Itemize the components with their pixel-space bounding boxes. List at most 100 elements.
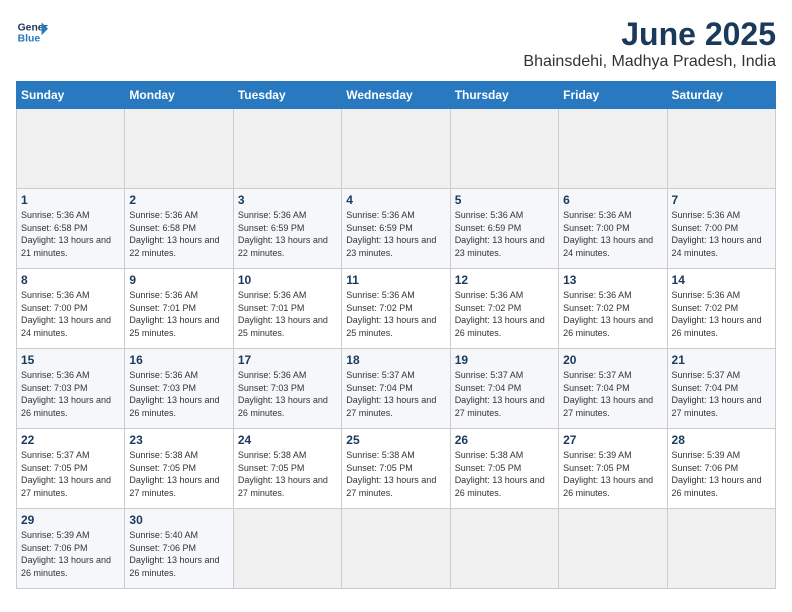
calendar-week-row-5: 29Sunrise: 5:39 AMSunset: 7:06 PMDayligh…	[17, 509, 776, 589]
calendar-header-saturday: Saturday	[667, 82, 775, 109]
day-info: Sunrise: 5:36 AMSunset: 7:03 PMDaylight:…	[21, 369, 120, 419]
day-info: Sunrise: 5:40 AMSunset: 7:06 PMDaylight:…	[129, 529, 228, 579]
svg-text:Blue: Blue	[18, 34, 41, 45]
day-info: Sunrise: 5:37 AMSunset: 7:04 PMDaylight:…	[672, 369, 771, 419]
header: General Blue June 2025 Bhainsdehi, Madhy…	[16, 16, 776, 71]
day-number: 9	[129, 273, 228, 287]
day-info: Sunrise: 5:36 AMSunset: 7:03 PMDaylight:…	[238, 369, 337, 419]
day-info: Sunrise: 5:36 AMSunset: 6:58 PMDaylight:…	[21, 209, 120, 259]
day-number: 4	[346, 193, 445, 207]
calendar: SundayMondayTuesdayWednesdayThursdayFrid…	[16, 81, 776, 589]
day-info: Sunrise: 5:37 AMSunset: 7:04 PMDaylight:…	[455, 369, 554, 419]
day-number: 29	[21, 513, 120, 527]
day-info: Sunrise: 5:36 AMSunset: 7:02 PMDaylight:…	[563, 289, 662, 339]
calendar-cell: 25Sunrise: 5:38 AMSunset: 7:05 PMDayligh…	[342, 429, 450, 509]
day-info: Sunrise: 5:36 AMSunset: 6:59 PMDaylight:…	[238, 209, 337, 259]
day-info: Sunrise: 5:36 AMSunset: 6:58 PMDaylight:…	[129, 209, 228, 259]
calendar-cell: 23 Sunrise: 5:38 AMSunset: 7:05 PMDayligh…	[125, 429, 233, 509]
day-info: Sunrise: 5:38 AMSunset: 7:05 PMDaylight:…	[455, 449, 554, 499]
day-number: 5	[455, 193, 554, 207]
location-title: Bhainsdehi, Madhya Pradesh, India	[523, 53, 776, 71]
title-section: June 2025 Bhainsdehi, Madhya Pradesh, In…	[523, 16, 776, 71]
calendar-week-row-2: 8 Sunrise: 5:36 AMSunset: 7:00 PMDaylight…	[17, 269, 776, 349]
day-number: 11	[346, 273, 445, 287]
day-number: 6	[563, 193, 662, 207]
day-number: 12	[455, 273, 554, 287]
calendar-cell: 4Sunrise: 5:36 AMSunset: 6:59 PMDaylight…	[342, 189, 450, 269]
day-info: Sunrise: 5:36 AMSunset: 7:02 PMDaylight:…	[346, 289, 445, 339]
calendar-cell	[125, 109, 233, 189]
month-title: June 2025	[523, 16, 776, 53]
day-number: 21	[672, 353, 771, 367]
day-number: 1	[21, 193, 120, 207]
day-number: 14	[672, 273, 771, 287]
day-number: 22	[21, 433, 120, 447]
calendar-header-sunday: Sunday	[17, 82, 125, 109]
calendar-week-row-0	[17, 109, 776, 189]
calendar-cell: 21 Sunrise: 5:37 AMSunset: 7:04 PMDayligh…	[667, 349, 775, 429]
calendar-header-tuesday: Tuesday	[233, 82, 341, 109]
calendar-cell: 14 Sunrise: 5:36 AMSunset: 7:02 PMDayligh…	[667, 269, 775, 349]
day-number: 30	[129, 513, 228, 527]
day-number: 10	[238, 273, 337, 287]
day-info: Sunrise: 5:38 AMSunset: 7:05 PMDaylight:…	[129, 449, 228, 499]
calendar-cell: 10 Sunrise: 5:36 AMSunset: 7:01 PMDayligh…	[233, 269, 341, 349]
day-number: 20	[563, 353, 662, 367]
calendar-cell: 29Sunrise: 5:39 AMSunset: 7:06 PMDayligh…	[17, 509, 125, 589]
logo-icon: General Blue	[16, 16, 48, 48]
day-info: Sunrise: 5:36 AMSunset: 7:02 PMDaylight:…	[455, 289, 554, 339]
day-info: Sunrise: 5:37 AMSunset: 7:05 PMDaylight:…	[21, 449, 120, 499]
calendar-cell: 9 Sunrise: 5:36 AMSunset: 7:01 PMDaylight…	[125, 269, 233, 349]
day-number: 2	[129, 193, 228, 207]
day-number: 27	[563, 433, 662, 447]
day-number: 16	[129, 353, 228, 367]
calendar-header-thursday: Thursday	[450, 82, 558, 109]
calendar-header-row: SundayMondayTuesdayWednesdayThursdayFrid…	[17, 82, 776, 109]
calendar-cell: 18 Sunrise: 5:37 AMSunset: 7:04 PMDayligh…	[342, 349, 450, 429]
calendar-cell: 19 Sunrise: 5:37 AMSunset: 7:04 PMDayligh…	[450, 349, 558, 429]
day-info: Sunrise: 5:39 AMSunset: 7:05 PMDaylight:…	[563, 449, 662, 499]
day-info: Sunrise: 5:36 AMSunset: 7:01 PMDaylight:…	[129, 289, 228, 339]
calendar-cell	[233, 509, 341, 589]
calendar-cell: 13Sunrise: 5:36 AMSunset: 7:02 PMDayligh…	[559, 269, 667, 349]
calendar-cell: 12 Sunrise: 5:36 AMSunset: 7:02 PMDayligh…	[450, 269, 558, 349]
calendar-cell	[342, 509, 450, 589]
calendar-cell	[450, 109, 558, 189]
calendar-cell: 22 Sunrise: 5:37 AMSunset: 7:05 PMDayligh…	[17, 429, 125, 509]
calendar-header-friday: Friday	[559, 82, 667, 109]
calendar-cell	[342, 109, 450, 189]
day-info: Sunrise: 5:39 AMSunset: 7:06 PMDaylight:…	[672, 449, 771, 499]
calendar-cell	[559, 109, 667, 189]
day-number: 3	[238, 193, 337, 207]
day-info: Sunrise: 5:36 AMSunset: 7:02 PMDaylight:…	[672, 289, 771, 339]
calendar-header-monday: Monday	[125, 82, 233, 109]
calendar-cell	[667, 109, 775, 189]
calendar-cell: 3 Sunrise: 5:36 AMSunset: 6:59 PMDaylight…	[233, 189, 341, 269]
day-number: 23	[129, 433, 228, 447]
calendar-cell: 20Sunrise: 5:37 AMSunset: 7:04 PMDayligh…	[559, 349, 667, 429]
calendar-week-row-3: 15Sunrise: 5:36 AMSunset: 7:03 PMDayligh…	[17, 349, 776, 429]
day-number: 26	[455, 433, 554, 447]
calendar-cell: 15Sunrise: 5:36 AMSunset: 7:03 PMDayligh…	[17, 349, 125, 429]
calendar-cell: 27 Sunrise: 5:39 AMSunset: 7:05 PMDayligh…	[559, 429, 667, 509]
day-info: Sunrise: 5:36 AMSunset: 7:00 PMDaylight:…	[21, 289, 120, 339]
day-info: Sunrise: 5:36 AMSunset: 7:03 PMDaylight:…	[129, 369, 228, 419]
calendar-cell: 1 Sunrise: 5:36 AMSunset: 6:58 PMDaylight…	[17, 189, 125, 269]
day-number: 18	[346, 353, 445, 367]
day-number: 19	[455, 353, 554, 367]
calendar-week-row-4: 22 Sunrise: 5:37 AMSunset: 7:05 PMDayligh…	[17, 429, 776, 509]
day-info: Sunrise: 5:37 AMSunset: 7:04 PMDaylight:…	[346, 369, 445, 419]
day-number: 28	[672, 433, 771, 447]
calendar-cell: 26 Sunrise: 5:38 AMSunset: 7:05 PMDayligh…	[450, 429, 558, 509]
calendar-cell: 11 Sunrise: 5:36 AMSunset: 7:02 PMDayligh…	[342, 269, 450, 349]
calendar-cell	[559, 509, 667, 589]
day-info: Sunrise: 5:36 AMSunset: 7:01 PMDaylight:…	[238, 289, 337, 339]
calendar-cell: 28 Sunrise: 5:39 AMSunset: 7:06 PMDayligh…	[667, 429, 775, 509]
day-number: 8	[21, 273, 120, 287]
calendar-cell	[17, 109, 125, 189]
calendar-cell: 5 Sunrise: 5:36 AMSunset: 6:59 PMDaylight…	[450, 189, 558, 269]
calendar-cell	[667, 509, 775, 589]
day-info: Sunrise: 5:36 AMSunset: 6:59 PMDaylight:…	[455, 209, 554, 259]
day-number: 24	[238, 433, 337, 447]
calendar-cell: 17Sunrise: 5:36 AMSunset: 7:03 PMDayligh…	[233, 349, 341, 429]
